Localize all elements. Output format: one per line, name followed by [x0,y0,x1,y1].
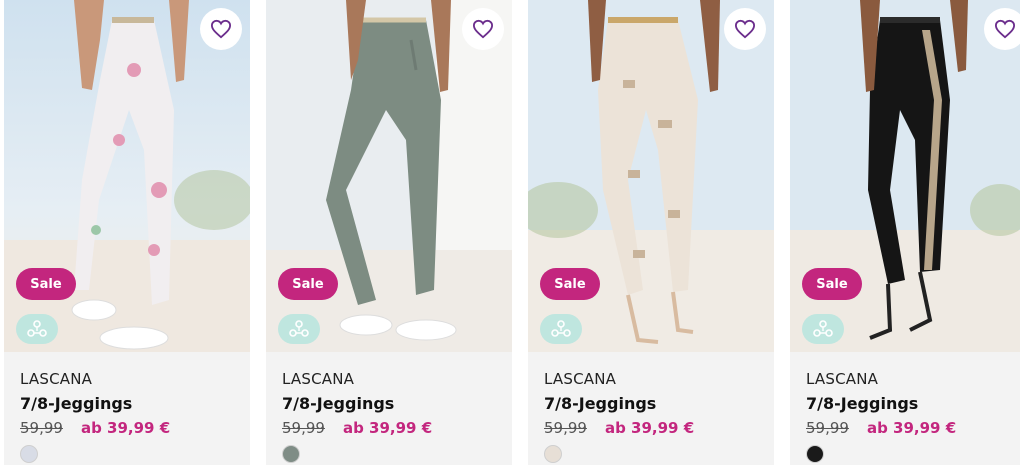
sustainability-badge[interactable] [540,314,582,344]
sustainability-badge[interactable] [16,314,58,344]
heart-icon [210,19,232,39]
sale-badge: Sale [16,268,76,300]
sustainability-icon [551,320,571,337]
product-card[interactable]: Sale LASCANA 7/8-Jeggings 59,99 ab 39,99… [528,0,774,465]
heart-icon [472,19,494,39]
sustainability-icon [289,320,309,337]
price-row: 59,99 ab 39,99 € [282,419,496,437]
sustainability-icon [27,320,47,337]
sustainability-icon [813,320,833,337]
product-image[interactable]: Sale [266,0,512,352]
product-card[interactable]: Sale LASCANA 7/8-Jeggings 59,99 ab 39,99… [266,0,512,465]
heart-icon [734,19,756,39]
sustainability-badge[interactable] [802,314,844,344]
sale-price: ab 39,99 € [604,419,695,437]
sale-price: ab 39,99 € [866,419,957,437]
price-row: 59,99 ab 39,99 € [544,419,758,437]
color-swatch[interactable] [282,445,300,463]
sale-price: ab 39,99 € [80,419,171,437]
original-price: 59,99 [20,419,63,437]
price-row: 59,99 ab 39,99 € [806,419,1004,437]
product-grid: Sale LASCANA 7/8-Jeggings 59,99 ab 39,99… [4,0,1020,465]
price-row: 59,99 ab 39,99 € [20,419,234,437]
original-price: 59,99 [806,419,849,437]
color-swatch[interactable] [544,445,562,463]
product-title[interactable]: 7/8-Jeggings [806,394,1004,413]
product-image[interactable]: Sale [790,0,1020,352]
product-brand: LASCANA [282,370,355,388]
original-price: 59,99 [282,419,325,437]
sale-badge: Sale [802,268,862,300]
sustainability-badge[interactable] [278,314,320,344]
product-title[interactable]: 7/8-Jeggings [544,394,758,413]
sale-badge: Sale [540,268,600,300]
wishlist-button[interactable] [984,8,1020,50]
wishlist-button[interactable] [724,8,766,50]
product-card[interactable]: Sale LASCANA 7/8-Jeggings 59,99 ab 39,99… [790,0,1020,465]
wishlist-button[interactable] [462,8,504,50]
product-title[interactable]: 7/8-Jeggings [20,394,234,413]
wishlist-button[interactable] [200,8,242,50]
product-card[interactable]: Sale LASCANA 7/8-Jeggings 59,99 ab 39,99… [4,0,250,465]
product-brand: LASCANA [20,370,93,388]
product-image[interactable]: Sale [4,0,250,352]
product-image[interactable]: Sale [528,0,774,352]
heart-icon [994,19,1016,39]
sale-badge: Sale [278,268,338,300]
color-swatch[interactable] [806,445,824,463]
original-price: 59,99 [544,419,587,437]
product-title[interactable]: 7/8-Jeggings [282,394,496,413]
color-swatch[interactable] [20,445,38,463]
sale-price: ab 39,99 € [342,419,433,437]
product-brand: LASCANA [806,370,879,388]
product-brand: LASCANA [544,370,617,388]
